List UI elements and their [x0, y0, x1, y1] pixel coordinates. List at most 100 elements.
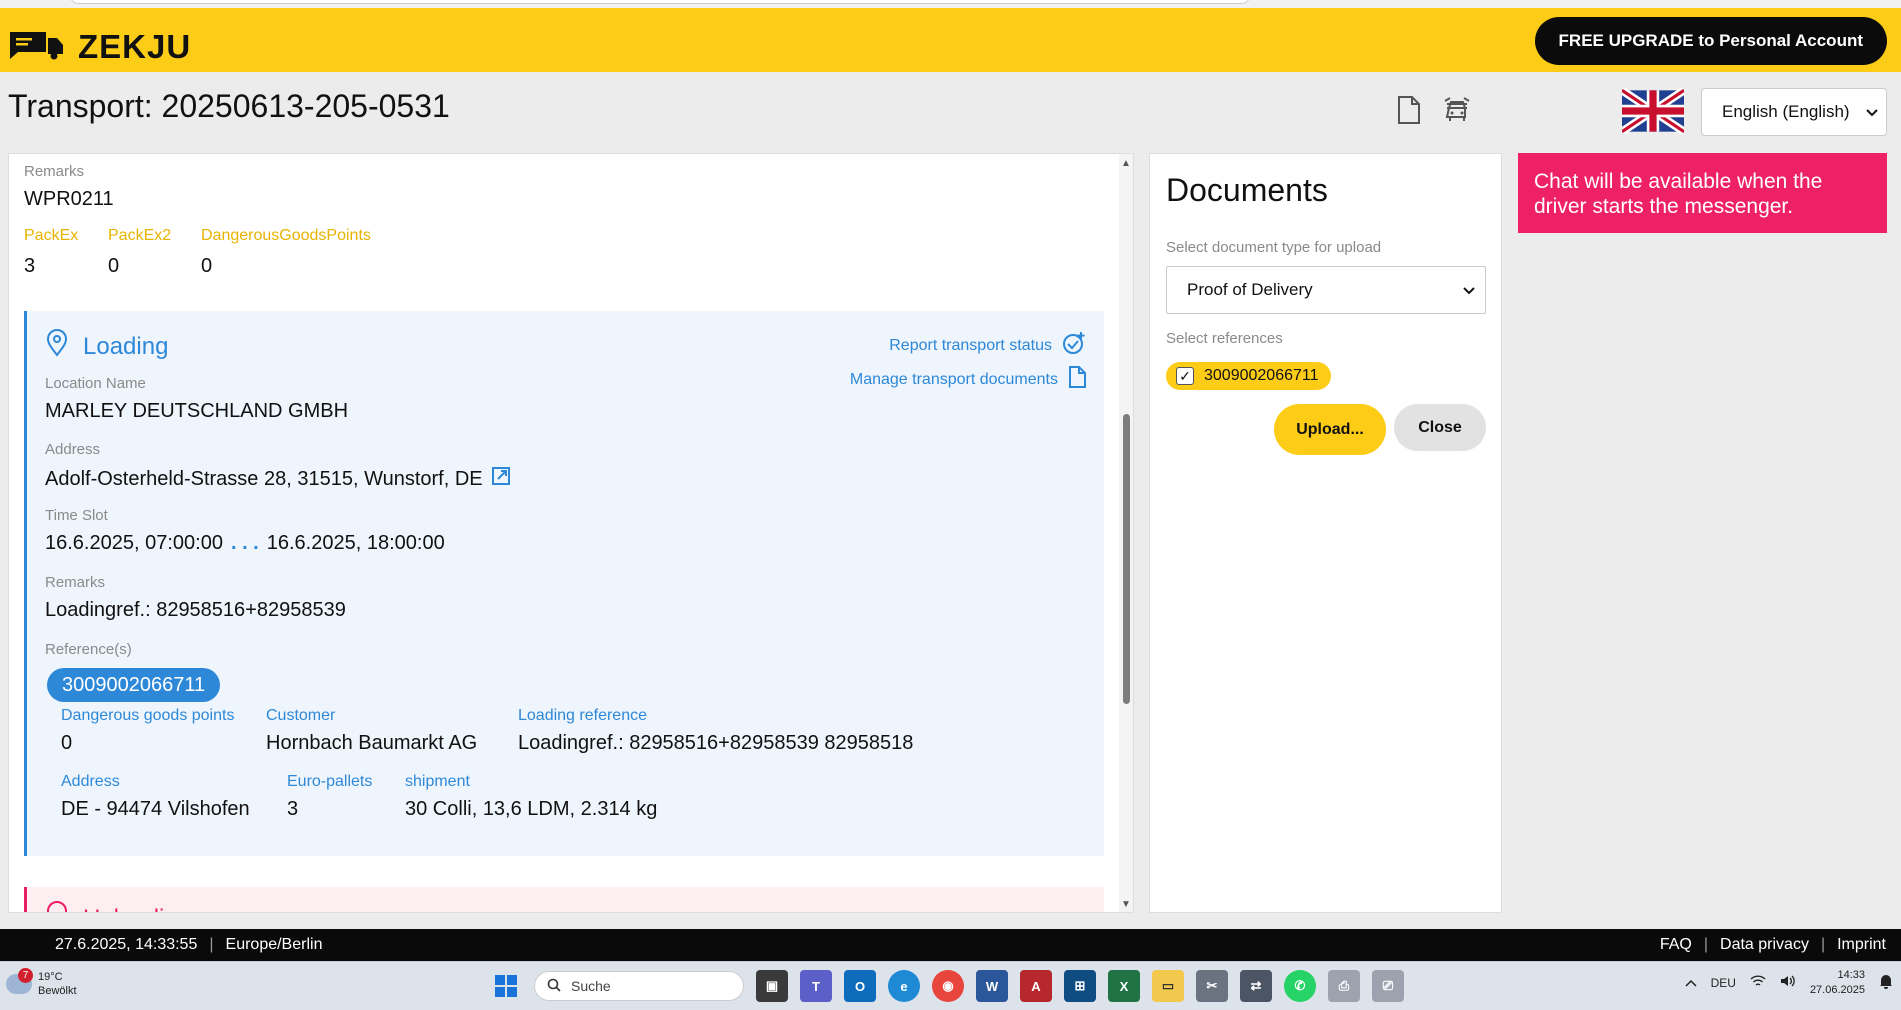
page-title: Transport: 20250613-205-0531 — [8, 88, 450, 124]
scanner-icon[interactable]: ⎚ — [1372, 970, 1404, 1002]
windows-start-icon[interactable] — [490, 970, 522, 1002]
unloading-heading: Unloading — [45, 901, 191, 913]
chat-unavailable-notice: Chat will be available when the driver s… — [1518, 153, 1887, 233]
scroll-down-arrow-icon[interactable]: ▼ — [1121, 899, 1131, 910]
loading-title: Loading — [83, 332, 169, 360]
open-external-icon[interactable] — [491, 466, 511, 492]
details-scrollbar[interactable]: ▲ ▼ — [1119, 154, 1133, 912]
address-row: Adolf-Osterheld-Strasse 28, 31515, Wunst… — [45, 466, 511, 492]
upgrade-button[interactable]: FREE UPGRADE to Personal Account — [1534, 17, 1887, 65]
app-header: ZEKJU FREE UPGRADE to Personal Account — [0, 8, 1901, 72]
check-plus-icon — [1062, 331, 1086, 360]
file-explorer-icon[interactable]: ▭ — [1152, 970, 1184, 1002]
footer-timezone: Europe/Berlin — [225, 936, 323, 953]
cloud-icon: 7 — [6, 968, 33, 995]
packex-label: PackEx — [24, 227, 79, 244]
ref-address-label: Address — [61, 773, 120, 790]
customer-label: Customer — [266, 707, 336, 724]
scroll-up-arrow-icon[interactable]: ▲ — [1121, 158, 1131, 169]
weather-widget[interactable]: 7 19°C Bewölkt — [6, 968, 77, 999]
language-select[interactable]: English (English) — [1701, 88, 1887, 136]
chevron-down-icon — [1866, 102, 1878, 122]
address-label: Address — [45, 441, 101, 458]
dangerous-goods-points-value: 0 — [201, 255, 213, 277]
teams-icon[interactable]: T — [800, 970, 832, 1002]
packex2-label: PackEx2 — [108, 227, 172, 244]
edge-icon[interactable]: e — [888, 970, 920, 1002]
reference-chip-label: 3009002066711 — [1204, 367, 1319, 384]
vpn-icon[interactable]: ⇄ — [1240, 970, 1272, 1002]
chevron-down-icon — [1463, 280, 1475, 300]
search-placeholder: Suche — [571, 978, 611, 994]
printer-icon[interactable]: ⎙ — [1328, 970, 1360, 1002]
upload-button[interactable]: Upload... — [1274, 404, 1386, 455]
footer-status: 27.6.2025, 14:33:55 | Europe/Berlin — [55, 936, 322, 954]
notification-bell-icon[interactable] — [1879, 973, 1893, 992]
document-icon[interactable] — [1396, 95, 1422, 130]
location-name-value: MARLEY DEUTSCHLAND GMBH — [45, 400, 349, 422]
excel-icon[interactable]: X — [1108, 970, 1140, 1002]
time-slot-label: Time Slot — [45, 507, 108, 524]
time-slot-separator: . . . — [230, 532, 259, 554]
uk-flag-icon[interactable] — [1619, 86, 1687, 136]
weather-text: 19°C Bewölkt — [38, 970, 77, 999]
close-button[interactable]: Close — [1394, 404, 1486, 451]
whatsapp-icon[interactable]: ✆ — [1284, 970, 1316, 1002]
truck-logo-icon — [8, 30, 66, 65]
brand-logo[interactable]: ZEKJU — [8, 28, 191, 66]
report-transport-status-link[interactable]: Report transport status — [889, 331, 1086, 360]
task-view-icon[interactable]: ▣ — [756, 970, 788, 1002]
app-footer: 27.6.2025, 14:33:55 | Europe/Berlin FAQ … — [0, 929, 1901, 961]
footer-separator: | — [1820, 936, 1826, 953]
document-type-value: Proof of Delivery — [1187, 280, 1313, 299]
select-references-label: Select references — [1166, 330, 1283, 347]
documents-title: Documents — [1166, 172, 1328, 208]
manage-transport-documents-link[interactable]: Manage transport documents — [850, 366, 1086, 393]
ref-dangerous-goods-label: Dangerous goods points — [61, 707, 235, 724]
transport-vehicle-icon[interactable] — [1442, 95, 1472, 130]
data-privacy-link[interactable]: Data privacy — [1720, 936, 1809, 954]
manage-transport-documents-label: Manage transport documents — [849, 370, 1058, 388]
imprint-link[interactable]: Imprint — [1837, 936, 1886, 954]
pdf-icon[interactable]: A — [1020, 970, 1052, 1002]
title-actions — [1396, 95, 1472, 130]
store-icon[interactable]: ⊞ — [1064, 970, 1096, 1002]
loading-heading: Loading — [45, 329, 168, 364]
chevron-up-icon[interactable] — [1685, 976, 1697, 990]
customer-value: Hornbach Baumarkt AG — [266, 732, 478, 754]
snipping-tool-icon[interactable]: ✂ — [1196, 970, 1228, 1002]
brand-name: ZEKJU — [78, 28, 192, 65]
checkbox-checked-icon[interactable]: ✓ — [1176, 367, 1194, 385]
clock-time: 14:33 — [1837, 969, 1865, 981]
loading-stop-card: Loading Report transport status Manage t… — [24, 311, 1104, 856]
footer-datetime: 27.6.2025, 14:33:55 — [55, 936, 198, 953]
ref-address-value: DE - 94474 Vilshofen — [61, 798, 250, 820]
reference-pill[interactable]: 3009002066711 — [47, 668, 221, 702]
footer-separator: | — [1703, 936, 1709, 953]
shipment-label: shipment — [405, 773, 470, 790]
browser-address-bar[interactable] — [70, 0, 1250, 4]
clock-date: 27.06.2025 — [1809, 983, 1865, 996]
reference-checkbox-chip[interactable]: ✓ 3009002066711 — [1166, 362, 1331, 390]
footer-separator: | — [209, 936, 214, 953]
loading-remarks-value: Loadingref.: 82958516+82958539 — [45, 599, 346, 621]
report-transport-status-label: Report transport status — [889, 336, 1052, 354]
document-type-select[interactable]: Proof of Delivery — [1166, 266, 1486, 314]
transport-details-panel: Remarks WPR0211 PackEx 3 PackEx2 0 Dange… — [8, 153, 1134, 913]
keyboard-language[interactable]: DEU — [1711, 976, 1736, 990]
dangerous-goods-points-label: DangerousGoodsPoints — [201, 227, 371, 244]
scroll-thumb[interactable] — [1123, 414, 1130, 704]
speaker-icon[interactable] — [1780, 974, 1796, 991]
word-icon[interactable]: W — [976, 970, 1008, 1002]
clock[interactable]: 14:33 27.06.2025 — [1810, 968, 1865, 998]
remarks-label: Remarks — [24, 163, 85, 180]
unloading-title: Unloading — [83, 905, 191, 913]
outlook-icon[interactable]: O — [844, 970, 876, 1002]
time-slot-start: 16.6.2025, 07:00:00 — [45, 532, 223, 554]
location-pin-icon — [45, 329, 69, 364]
faq-link[interactable]: FAQ — [1660, 936, 1692, 954]
chrome-icon[interactable]: ◉ — [932, 970, 964, 1002]
wifi-icon[interactable] — [1750, 974, 1766, 991]
language-value: English (English) — [1722, 102, 1850, 121]
taskbar-search-input[interactable]: Suche — [534, 971, 744, 1001]
